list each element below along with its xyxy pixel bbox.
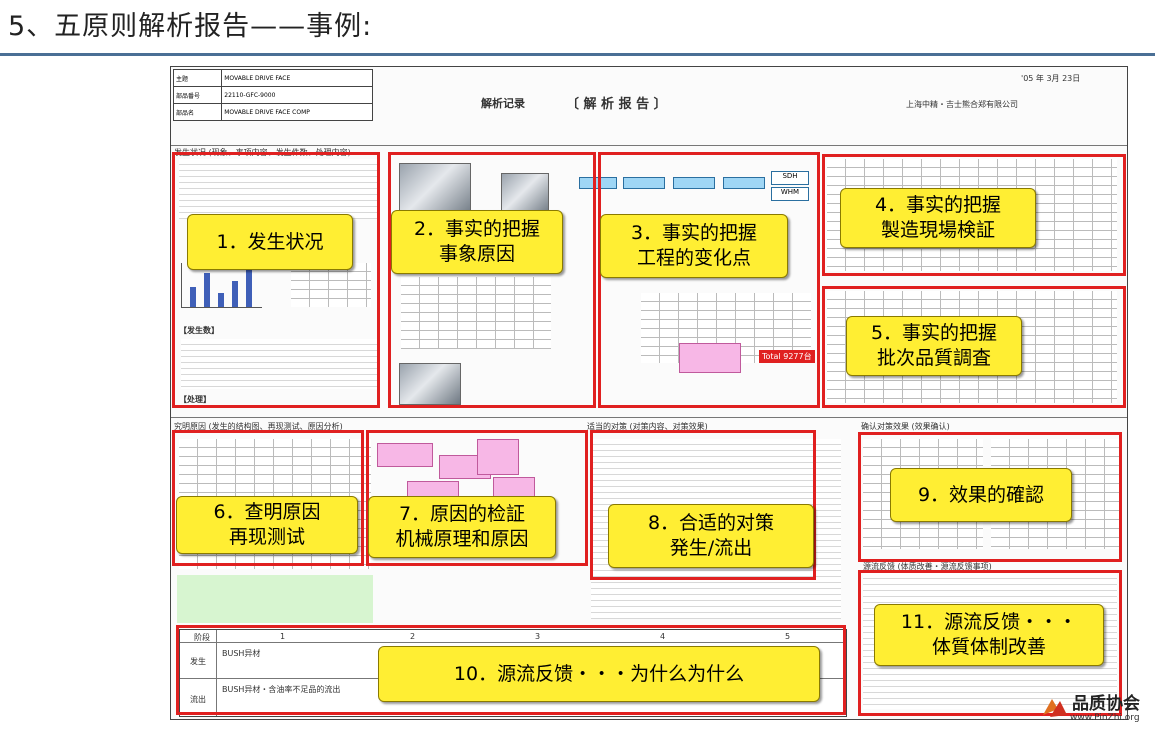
divider-line	[171, 417, 1127, 418]
title-divider	[0, 53, 1155, 56]
result-note-area	[177, 575, 373, 623]
watermark-emblem-icon	[1043, 699, 1067, 717]
callout-8-countermeasure: 8．合适的对策 発生/流出	[608, 504, 814, 568]
callout-7-cause-verification: 7．原因的检証 机械原理和原因	[368, 496, 556, 558]
watermark-name: 品质协会	[1072, 694, 1140, 714]
divider-line	[171, 145, 1127, 146]
header-value-subject: MOVABLE DRIVE FACE	[221, 69, 373, 87]
section-label-mid-right: 确认对策效果 (效果确认)	[861, 422, 950, 431]
callout-5-lot-quality: 5．事实的把握 批次品質調査	[846, 316, 1022, 376]
header-value-part-number: 22110-GFC-9000	[221, 86, 373, 104]
callout-2-event-cause: 2．事实的把握 事象原因	[391, 210, 563, 274]
report-company: 上海中精・吉士熊合郑有限公司	[906, 100, 1018, 109]
callout-1-occurrence: 1．发生状况	[187, 214, 353, 270]
report-header-table: 主题 MOVABLE DRIVE FACE 部品番号 22110-GFC-900…	[172, 69, 373, 121]
callout-11-system-improve: 11．源流反馈・・・ 体質体制改善	[874, 604, 1104, 666]
watermark-url: www.PinZhi.org	[1070, 713, 1140, 723]
panel-occurrence	[172, 152, 380, 408]
watermark-logo: 品质协会 www.PinZhi.org	[1040, 689, 1155, 729]
panel-event-cause	[388, 152, 596, 408]
callout-9-effect-confirm: 9．效果的確認	[890, 468, 1072, 522]
report-title-left: 解析记录	[481, 97, 525, 110]
header-value-part-name: MOVABLE DRIVE FACE COMP	[221, 103, 373, 121]
slide-title: 5、五原则解析报告——事例:	[8, 11, 373, 42]
callout-3-process-change: 3．事实的把握 工程的变化点	[600, 214, 788, 278]
report-title-center: 〔 解 析 报 告 〕	[566, 97, 667, 112]
header-label-part-number: 部品番号	[172, 86, 223, 104]
header-label-part-name: 部品名	[172, 103, 223, 121]
callout-10-five-why: 10．源流反馈・・・为什么为什么	[378, 646, 820, 702]
report-date: '05 年 3月 23日	[1021, 74, 1081, 83]
header-label-subject: 主题	[172, 69, 223, 87]
callout-6-cause-test: 6．查明原因 再现测试	[176, 496, 358, 554]
callout-4-site-verification: 4．事实的把握 製造現場検証	[840, 188, 1036, 248]
panel-process-change	[598, 152, 820, 408]
